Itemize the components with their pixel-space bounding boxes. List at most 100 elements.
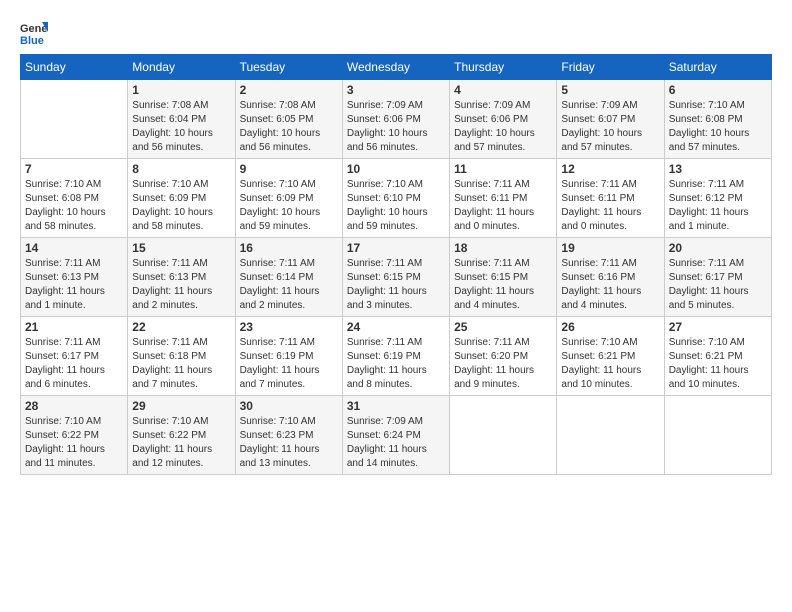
- logo-icon: General Blue: [20, 18, 48, 46]
- calendar-cell: 14Sunrise: 7:11 AMSunset: 6:13 PMDayligh…: [21, 238, 128, 317]
- calendar-cell: 26 Sunrise: 7:10 AMSunset: 6:21 PMDayligh…: [557, 317, 664, 396]
- day-number: 6: [669, 83, 767, 97]
- calendar-cell: 6 Sunrise: 7:10 AMSunset: 6:08 PMDaylight…: [664, 80, 771, 159]
- day-number: 10: [347, 162, 445, 176]
- day-number: 25: [454, 320, 552, 334]
- day-info: Sunrise: 7:11 AMSunset: 6:15 PMDaylight:…: [454, 258, 534, 311]
- day-number: 28: [25, 399, 123, 413]
- day-info: Sunrise: 7:11 AMSunset: 6:15 PMDaylight:…: [347, 258, 427, 311]
- header-cell-sunday: Sunday: [21, 55, 128, 80]
- day-info: Sunrise: 7:09 AMSunset: 6:07 PMDaylight:…: [561, 100, 642, 153]
- day-number: 5: [561, 83, 659, 97]
- day-info: Sunrise: 7:10 AMSunset: 6:22 PMDaylight:…: [132, 416, 212, 469]
- calendar-cell: [21, 80, 128, 159]
- calendar-cell: 28 Sunrise: 7:10 AMSunset: 6:22 PMDayligh…: [21, 396, 128, 475]
- day-number: 26: [561, 320, 659, 334]
- day-info: Sunrise: 7:10 AMSunset: 6:21 PMDaylight:…: [561, 337, 641, 390]
- calendar-cell: 5 Sunrise: 7:09 AMSunset: 6:07 PMDaylight…: [557, 80, 664, 159]
- calendar-cell: 21Sunrise: 7:11 AMSunset: 6:17 PMDayligh…: [21, 317, 128, 396]
- week-row-2: 7 Sunrise: 7:10 AMSunset: 6:08 PMDaylight…: [21, 159, 772, 238]
- week-row-3: 14 Sunrise: 7:11 AMSunset: 6:13 PMDayligh…: [21, 238, 772, 317]
- calendar-cell: 27 Sunrise: 7:10 AMSunset: 6:21 PMDayligh…: [664, 317, 771, 396]
- day-info: Sunrise: 7:10 AMSunset: 6:08 PMDaylight:…: [669, 100, 750, 153]
- day-number: 19: [561, 241, 659, 255]
- day-info: Sunrise: 7:11 AMSunset: 6:13 PMDaylight:…: [132, 258, 212, 311]
- day-number: 22: [132, 320, 230, 334]
- header-cell-monday: Monday: [128, 55, 235, 80]
- day-info: Sunrise: 7:10 AMSunset: 6:23 PMDaylight:…: [240, 416, 320, 469]
- day-number: 27: [669, 320, 767, 334]
- week-row-4: 21Sunrise: 7:11 AMSunset: 6:17 PMDayligh…: [21, 317, 772, 396]
- day-number: 17: [347, 241, 445, 255]
- calendar-table: SundayMondayTuesdayWednesdayThursdayFrid…: [20, 54, 772, 475]
- day-number: 13: [669, 162, 767, 176]
- day-info: Sunrise: 7:09 AMSunset: 6:24 PMDaylight:…: [347, 416, 427, 469]
- day-number: 14: [25, 241, 123, 255]
- day-info: Sunrise: 7:11 AMSunset: 6:20 PMDaylight:…: [454, 337, 534, 390]
- header-cell-thursday: Thursday: [450, 55, 557, 80]
- day-number: 23: [240, 320, 338, 334]
- day-number: 24: [347, 320, 445, 334]
- calendar-cell: 25 Sunrise: 7:11 AMSunset: 6:20 PMDayligh…: [450, 317, 557, 396]
- day-number: 1: [132, 83, 230, 97]
- calendar-cell: 24Sunrise: 7:11 AMSunset: 6:19 PMDayligh…: [342, 317, 449, 396]
- calendar-cell: 10 Sunrise: 7:10 AMSunset: 6:10 PMDayligh…: [342, 159, 449, 238]
- calendar-cell: 13 Sunrise: 7:11 AMSunset: 6:12 PMDayligh…: [664, 159, 771, 238]
- calendar-cell: 18 Sunrise: 7:11 AMSunset: 6:15 PMDayligh…: [450, 238, 557, 317]
- calendar-cell: [450, 396, 557, 475]
- day-number: 7: [25, 162, 123, 176]
- day-number: 18: [454, 241, 552, 255]
- calendar-cell: 30 Sunrise: 7:10 AMSunset: 6:23 PMDayligh…: [235, 396, 342, 475]
- day-number: 30: [240, 399, 338, 413]
- day-number: 9: [240, 162, 338, 176]
- calendar-cell: 3 Sunrise: 7:09 AMSunset: 6:06 PMDaylight…: [342, 80, 449, 159]
- calendar-cell: 4Sunrise: 7:09 AMSunset: 6:06 PMDaylight…: [450, 80, 557, 159]
- day-info: Sunrise: 7:11 AMSunset: 6:11 PMDaylight:…: [561, 179, 641, 232]
- day-info: Sunrise: 7:11 AMSunset: 6:14 PMDaylight:…: [240, 258, 320, 311]
- week-row-1: 1 Sunrise: 7:08 AMSunset: 6:04 PMDaylight…: [21, 80, 772, 159]
- day-info: Sunrise: 7:11 AMSunset: 6:19 PMDaylight:…: [240, 337, 320, 390]
- calendar-cell: 9 Sunrise: 7:10 AMSunset: 6:09 PMDaylight…: [235, 159, 342, 238]
- calendar-cell: 1 Sunrise: 7:08 AMSunset: 6:04 PMDaylight…: [128, 80, 235, 159]
- day-number: 2: [240, 83, 338, 97]
- calendar-body: 1 Sunrise: 7:08 AMSunset: 6:04 PMDaylight…: [21, 80, 772, 475]
- calendar-cell: 23 Sunrise: 7:11 AMSunset: 6:19 PMDayligh…: [235, 317, 342, 396]
- day-number: 12: [561, 162, 659, 176]
- calendar-cell: [664, 396, 771, 475]
- calendar-cell: 7 Sunrise: 7:10 AMSunset: 6:08 PMDaylight…: [21, 159, 128, 238]
- calendar-cell: [557, 396, 664, 475]
- calendar-cell: 8 Sunrise: 7:10 AMSunset: 6:09 PMDaylight…: [128, 159, 235, 238]
- day-info: Sunrise: 7:10 AMSunset: 6:21 PMDaylight:…: [669, 337, 749, 390]
- day-number: 21: [25, 320, 123, 334]
- calendar-cell: 11Sunrise: 7:11 AMSunset: 6:11 PMDayligh…: [450, 159, 557, 238]
- calendar-cell: 2Sunrise: 7:08 AMSunset: 6:05 PMDaylight…: [235, 80, 342, 159]
- day-number: 29: [132, 399, 230, 413]
- header-cell-friday: Friday: [557, 55, 664, 80]
- day-number: 15: [132, 241, 230, 255]
- day-number: 3: [347, 83, 445, 97]
- day-number: 11: [454, 162, 552, 176]
- day-number: 31: [347, 399, 445, 413]
- header-cell-tuesday: Tuesday: [235, 55, 342, 80]
- calendar-cell: 22Sunrise: 7:11 AMSunset: 6:18 PMDayligh…: [128, 317, 235, 396]
- logo: General Blue: [20, 18, 52, 46]
- calendar-cell: 29 Sunrise: 7:10 AMSunset: 6:22 PMDayligh…: [128, 396, 235, 475]
- day-info: Sunrise: 7:10 AMSunset: 6:10 PMDaylight:…: [347, 179, 428, 232]
- day-info: Sunrise: 7:10 AMSunset: 6:09 PMDaylight:…: [240, 179, 321, 232]
- day-info: Sunrise: 7:09 AMSunset: 6:06 PMDaylight:…: [347, 100, 428, 153]
- calendar-cell: 17 Sunrise: 7:11 AMSunset: 6:15 PMDayligh…: [342, 238, 449, 317]
- day-number: 8: [132, 162, 230, 176]
- day-info: Sunrise: 7:09 AMSunset: 6:06 PMDaylight:…: [454, 100, 535, 153]
- header-row: SundayMondayTuesdayWednesdayThursdayFrid…: [21, 55, 772, 80]
- calendar-cell: 19Sunrise: 7:11 AMSunset: 6:16 PMDayligh…: [557, 238, 664, 317]
- day-info: Sunrise: 7:10 AMSunset: 6:08 PMDaylight:…: [25, 179, 106, 232]
- day-info: Sunrise: 7:11 AMSunset: 6:12 PMDaylight:…: [669, 179, 749, 232]
- day-info: Sunrise: 7:10 AMSunset: 6:22 PMDaylight:…: [25, 416, 105, 469]
- day-info: Sunrise: 7:08 AMSunset: 6:04 PMDaylight:…: [132, 100, 213, 153]
- calendar-header: SundayMondayTuesdayWednesdayThursdayFrid…: [21, 55, 772, 80]
- day-number: 16: [240, 241, 338, 255]
- day-info: Sunrise: 7:10 AMSunset: 6:09 PMDaylight:…: [132, 179, 213, 232]
- calendar-cell: 12 Sunrise: 7:11 AMSunset: 6:11 PMDayligh…: [557, 159, 664, 238]
- calendar-cell: 20Sunrise: 7:11 AMSunset: 6:17 PMDayligh…: [664, 238, 771, 317]
- page: General Blue SundayMondayTuesdayWednesda…: [0, 0, 792, 612]
